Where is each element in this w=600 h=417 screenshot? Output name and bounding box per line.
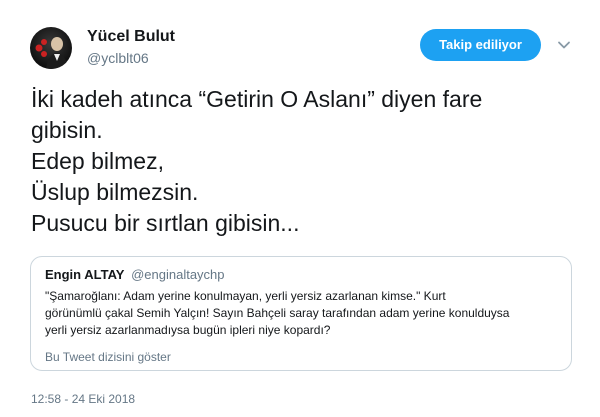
- author-avatar[interactable]: [30, 27, 72, 69]
- quoted-text-line: yerli yersiz azarlanmadıysa bugün ipleri…: [45, 323, 331, 337]
- tweet-text-line: Üslup bilmezsin.: [31, 179, 199, 205]
- author-handle[interactable]: @yclblt06: [87, 48, 175, 68]
- show-thread-link[interactable]: Bu Tweet dizisini göster: [45, 350, 171, 364]
- tweet-timestamp[interactable]: 12:58 - 24 Eki 2018: [31, 392, 135, 406]
- user-avatar-icon: [35, 37, 68, 69]
- quoted-text-line: görünümlü çakal Semih Yalçın! Sayın Bahç…: [45, 306, 510, 320]
- tweet-text-line: Edep bilmez,: [31, 148, 164, 174]
- tweet-text-line: gibisin.: [31, 117, 103, 143]
- tweet-text-line: Pusucu bir sırtlan gibisin...: [31, 210, 300, 236]
- quoted-tweet-header: Engin ALTAY @enginaltaychp: [45, 267, 225, 282]
- author-info: Yücel Bulut @yclblt06: [87, 27, 175, 68]
- quoted-author-handle: @enginaltaychp: [131, 267, 225, 282]
- author-display-name[interactable]: Yücel Bulut: [87, 27, 175, 47]
- chevron-down-icon[interactable]: [557, 38, 571, 52]
- quoted-author-name: Engin ALTAY: [45, 267, 125, 282]
- tweet-text: İki kadeh atınca “Getirin O Aslanı” diye…: [31, 84, 571, 239]
- tweet-text-line: İki kadeh atınca “Getirin O Aslanı” diye…: [31, 86, 483, 112]
- quoted-tweet[interactable]: Engin ALTAY @enginaltaychp "Şamaroğlanı:…: [30, 256, 572, 371]
- following-button[interactable]: Takip ediliyor: [420, 29, 541, 61]
- quoted-text-line: "Şamaroğlanı: Adam yerine konulmayan, ye…: [45, 289, 446, 303]
- quoted-tweet-text: "Şamaroğlanı: Adam yerine konulmayan, ye…: [45, 288, 557, 339]
